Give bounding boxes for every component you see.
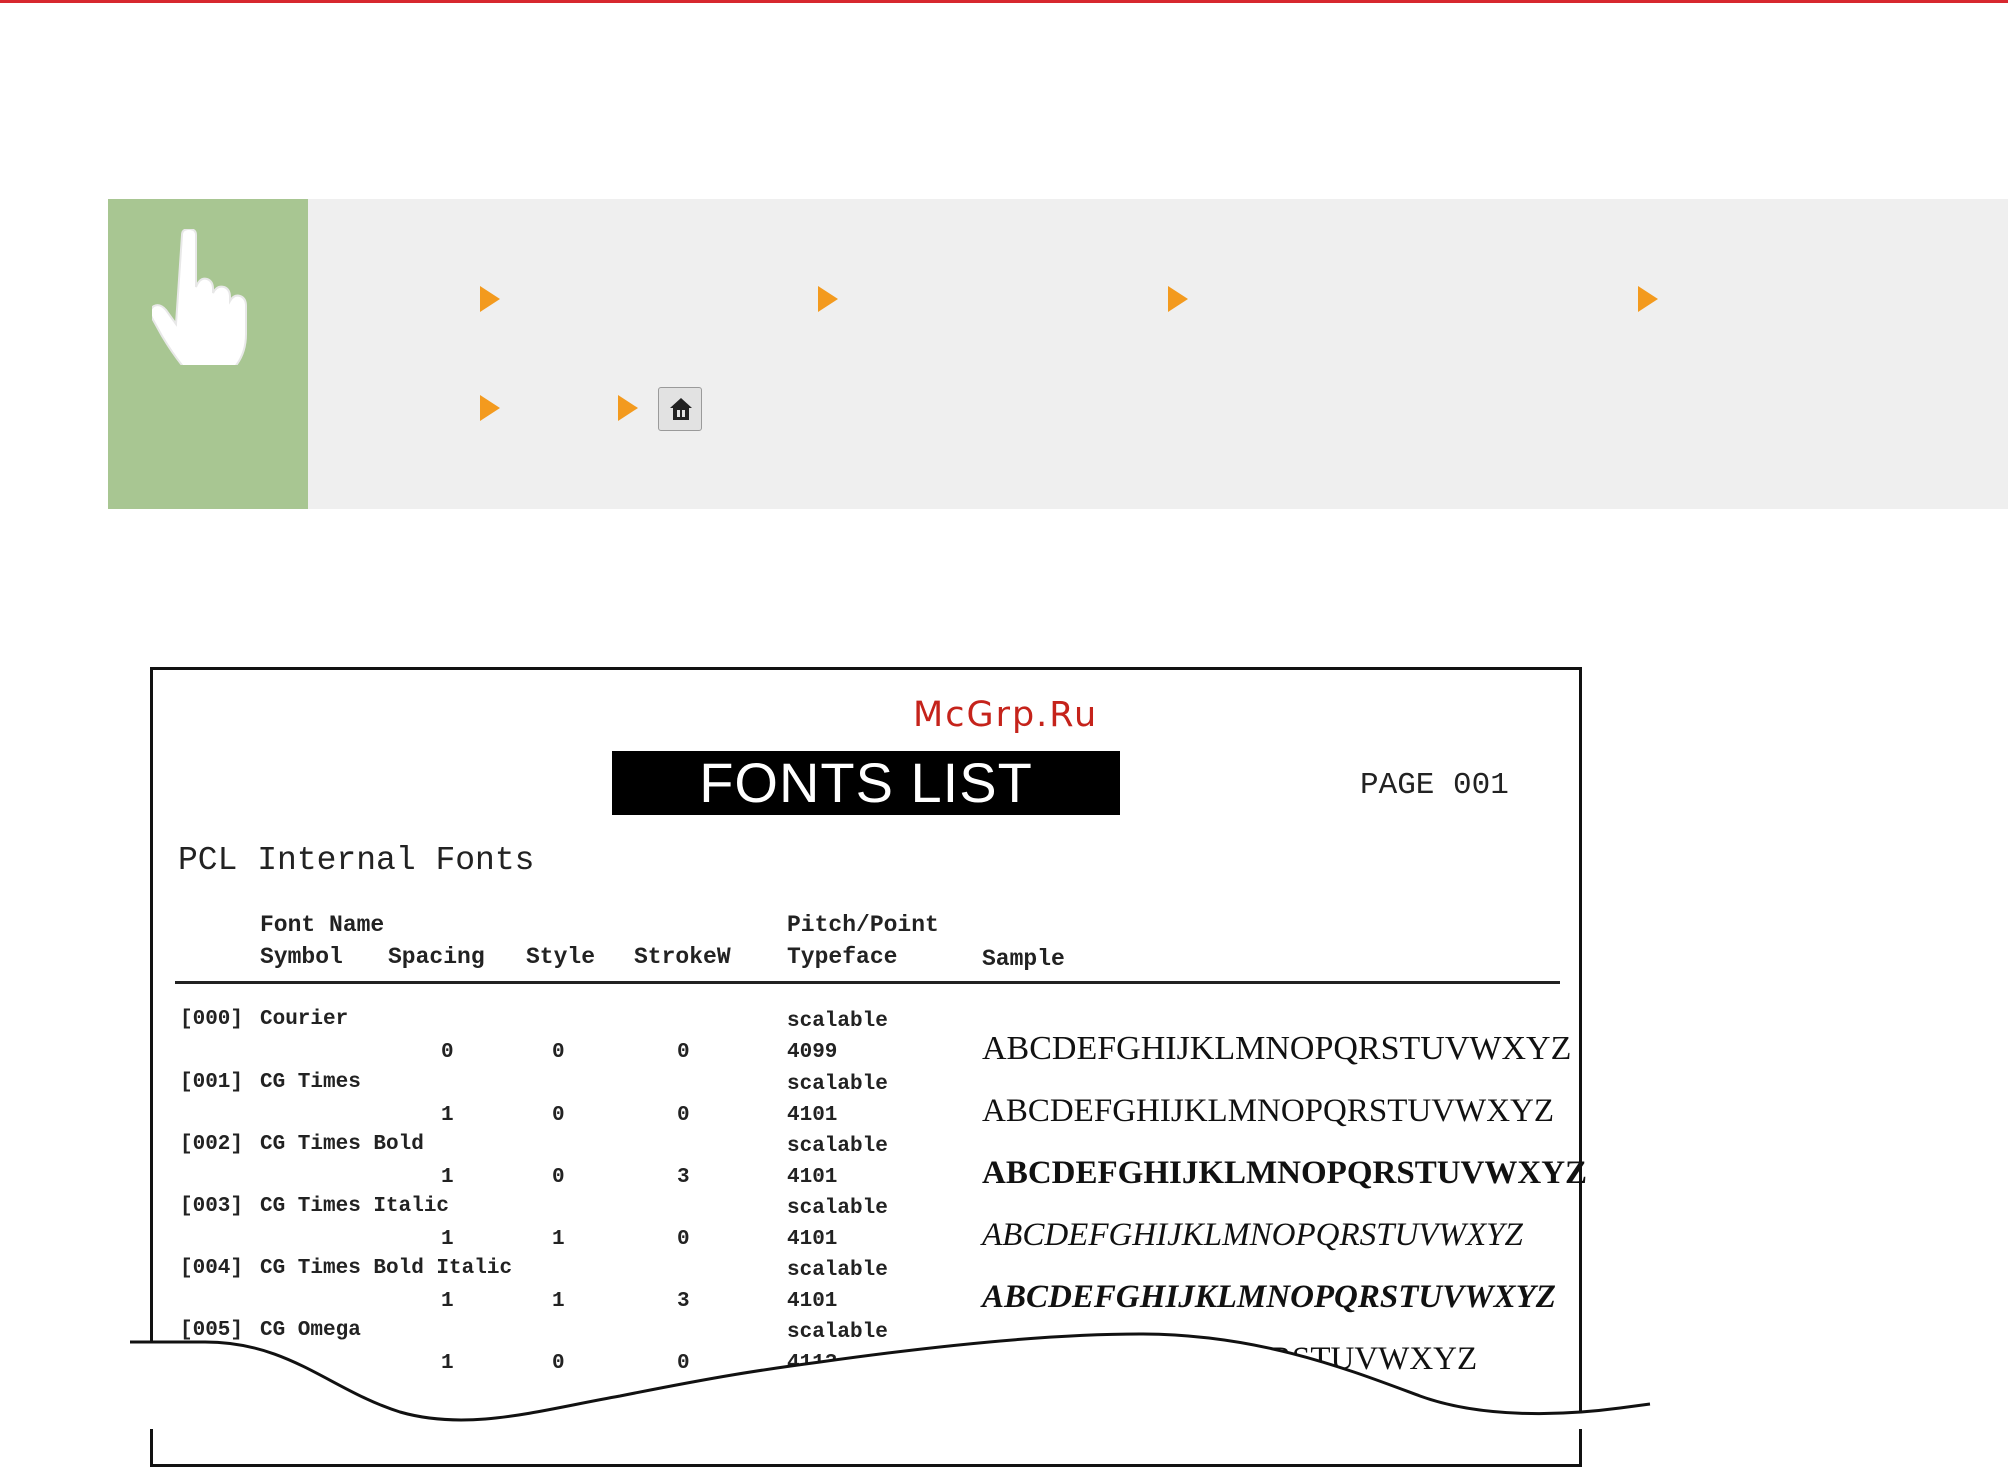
font-typeface: 4101: [787, 1228, 838, 1251]
torn-paper-edge: [130, 1332, 1651, 1429]
font-name: CG Times: [260, 1071, 361, 1094]
font-pitch: scalable: [787, 1073, 888, 1096]
header-style: Style: [526, 944, 596, 970]
fonts-list-title: FONTS LIST: [612, 751, 1120, 815]
step-arrow-icon: [818, 286, 838, 312]
home-key-button[interactable]: [658, 387, 702, 431]
font-typeface: 4101: [787, 1290, 838, 1313]
header-spacing: Spacing: [388, 944, 485, 970]
font-stroke: 3: [677, 1290, 690, 1313]
font-id: [002]: [180, 1133, 244, 1156]
font-id: [000]: [180, 1008, 244, 1031]
step-arrow-icon: [480, 286, 500, 312]
home-key-icon: [670, 398, 692, 420]
header-typeface: Typeface: [787, 944, 898, 970]
font-pitch: scalable: [787, 1010, 888, 1033]
header-pitch-point: Pitch/Point: [787, 912, 939, 938]
font-style: 0: [552, 1041, 565, 1064]
page-number: PAGE 001: [1360, 768, 1509, 803]
font-spacing: 1: [441, 1104, 454, 1127]
font-sample: ABCDEFGHIJKLMNOPQRSTUVWXYZ: [982, 1093, 1555, 1129]
font-name: CG Times Bold Italic: [260, 1257, 513, 1280]
font-pitch: scalable: [787, 1197, 888, 1220]
font-stroke: 3: [677, 1166, 690, 1189]
font-typeface: 4101: [787, 1166, 838, 1189]
font-name: Courier: [260, 1008, 349, 1031]
font-pitch: scalable: [787, 1135, 888, 1158]
header-sample: Sample: [982, 946, 1065, 972]
font-id: [004]: [180, 1257, 244, 1280]
font-style: 1: [552, 1290, 565, 1313]
hand-pointer-icon: [152, 229, 247, 365]
font-style: 1: [552, 1228, 565, 1251]
step-arrow-icon: [1168, 286, 1188, 312]
font-sample: ABCDEFGHIJKLMNOPQRSTUVWXYZ: [982, 1217, 1523, 1253]
font-spacing: 1: [441, 1166, 454, 1189]
font-pitch: scalable: [787, 1259, 888, 1282]
font-stroke: 0: [677, 1104, 690, 1127]
font-name: CG Times Italic: [260, 1195, 450, 1218]
header-symbol: Symbol: [260, 944, 343, 970]
operation-steps-panel: [108, 199, 2008, 509]
step-arrow-icon: [618, 395, 638, 421]
font-spacing: 1: [441, 1290, 454, 1313]
font-typeface: 4099: [787, 1041, 838, 1064]
font-id: [003]: [180, 1195, 244, 1218]
section-title: PCL Internal Fonts: [178, 842, 535, 879]
font-style: 0: [552, 1104, 565, 1127]
font-stroke: 0: [677, 1041, 690, 1064]
font-sample: ABCDEFGHIJKLMNOPQRSTUVWXYZ: [982, 1155, 1588, 1191]
font-typeface: 4101: [787, 1104, 838, 1127]
header-stroke: StrokeW: [634, 944, 731, 970]
font-name: CG Times Bold: [260, 1133, 424, 1156]
font-sample: ABCDEFGHIJKLMNOPQRSTUVWXYZ: [982, 1279, 1556, 1315]
font-style: 0: [552, 1166, 565, 1189]
font-sample: ABCDEFGHIJKLMNOPQRSTUVWXYZ: [982, 1030, 1572, 1067]
operation-icon-column: [108, 199, 308, 509]
top-accent-line: [0, 0, 2008, 3]
font-spacing: 1: [441, 1228, 454, 1251]
step-arrow-icon: [480, 395, 500, 421]
watermark: McGrp.Ru: [913, 695, 1099, 735]
header-font-name: Font Name: [260, 912, 385, 938]
font-spacing: 0: [441, 1041, 454, 1064]
font-id: [001]: [180, 1071, 244, 1094]
step-arrow-icon: [1638, 286, 1658, 312]
font-stroke: 0: [677, 1228, 690, 1251]
header-divider: [175, 981, 1560, 984]
